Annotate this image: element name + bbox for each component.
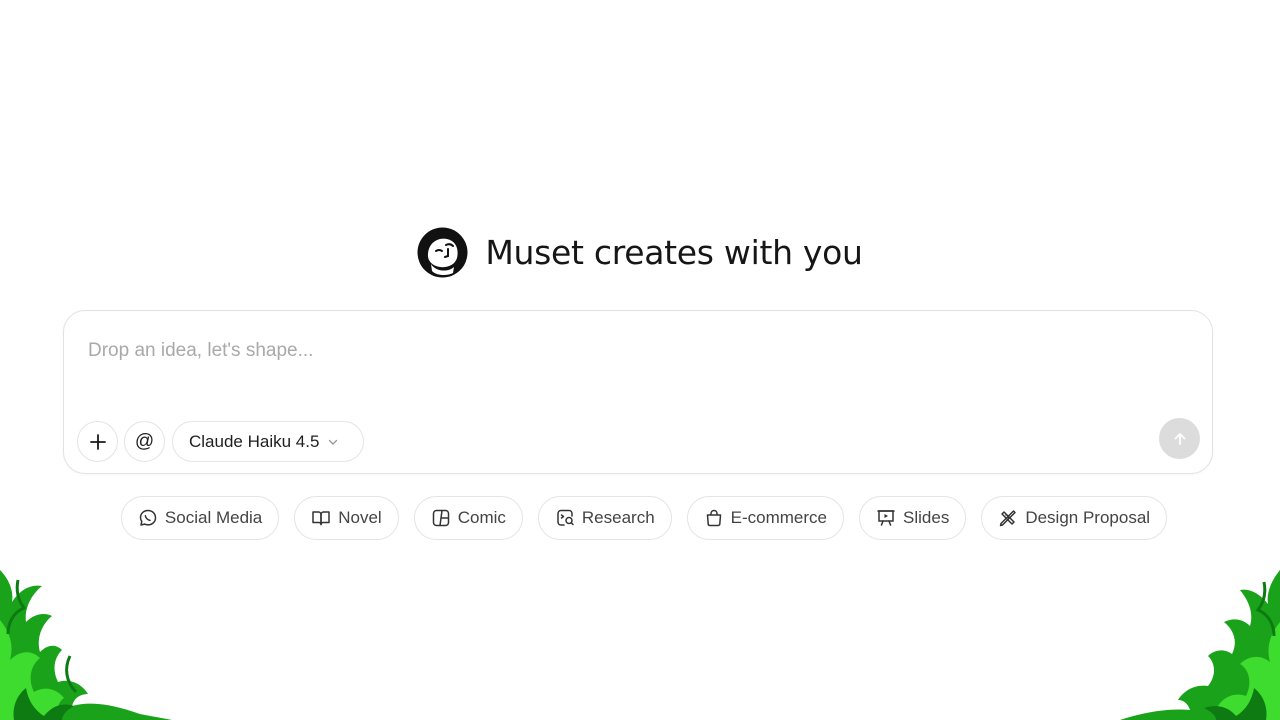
add-attachment-button[interactable]: [77, 421, 118, 462]
chip-research[interactable]: Research: [537, 496, 672, 540]
chip-comic[interactable]: Comic: [413, 496, 523, 540]
open-book-icon: [312, 511, 330, 526]
chevron-down-icon: [329, 439, 338, 445]
chip-label: Design Proposal: [1025, 508, 1151, 527]
prompt-input[interactable]: [88, 337, 1148, 365]
chip-label: Slides: [903, 508, 950, 527]
flames-left-decoration: [0, 570, 172, 720]
prompt-composer: @ Claude Haiku 4.5: [63, 310, 1213, 474]
chip-label: Novel: [338, 508, 382, 527]
send-button[interactable]: [1159, 418, 1200, 459]
suggestion-chips: Social Media Novel Comic Research E-comm…: [0, 496, 1280, 540]
research-magnifier-icon: [557, 509, 574, 526]
shopping-bag-icon: [706, 509, 721, 527]
chip-label: E-commerce: [730, 508, 828, 527]
chip-novel[interactable]: Novel: [294, 496, 399, 540]
chip-label: Comic: [457, 508, 506, 527]
model-label: Claude Haiku 4.5: [189, 431, 320, 451]
arrow-up-icon: [1174, 432, 1185, 445]
chip-e-commerce[interactable]: E-commerce: [686, 496, 845, 540]
muset-logo-icon: [417, 227, 468, 277]
chip-label: Social Media: [164, 508, 263, 527]
chip-social-media[interactable]: Social Media: [120, 496, 280, 540]
comic-panel-icon: [432, 509, 449, 527]
mention-label: @: [134, 430, 155, 452]
presentation-icon: [877, 510, 895, 526]
chip-label: Research: [581, 508, 655, 527]
mention-button[interactable]: @: [124, 421, 165, 462]
flames-right-decoration: [1120, 570, 1280, 720]
page-title: Muset creates with you: [485, 232, 863, 272]
model-selector[interactable]: Claude Haiku 4.5: [172, 421, 364, 462]
chip-slides[interactable]: Slides: [859, 496, 967, 540]
plus-icon: [89, 433, 106, 450]
hero-header: Muset creates with you: [0, 226, 1280, 278]
chat-bubble-icon: [139, 509, 157, 526]
design-tools-icon: [1000, 510, 1017, 527]
chip-design-proposal[interactable]: Design Proposal: [981, 496, 1168, 540]
